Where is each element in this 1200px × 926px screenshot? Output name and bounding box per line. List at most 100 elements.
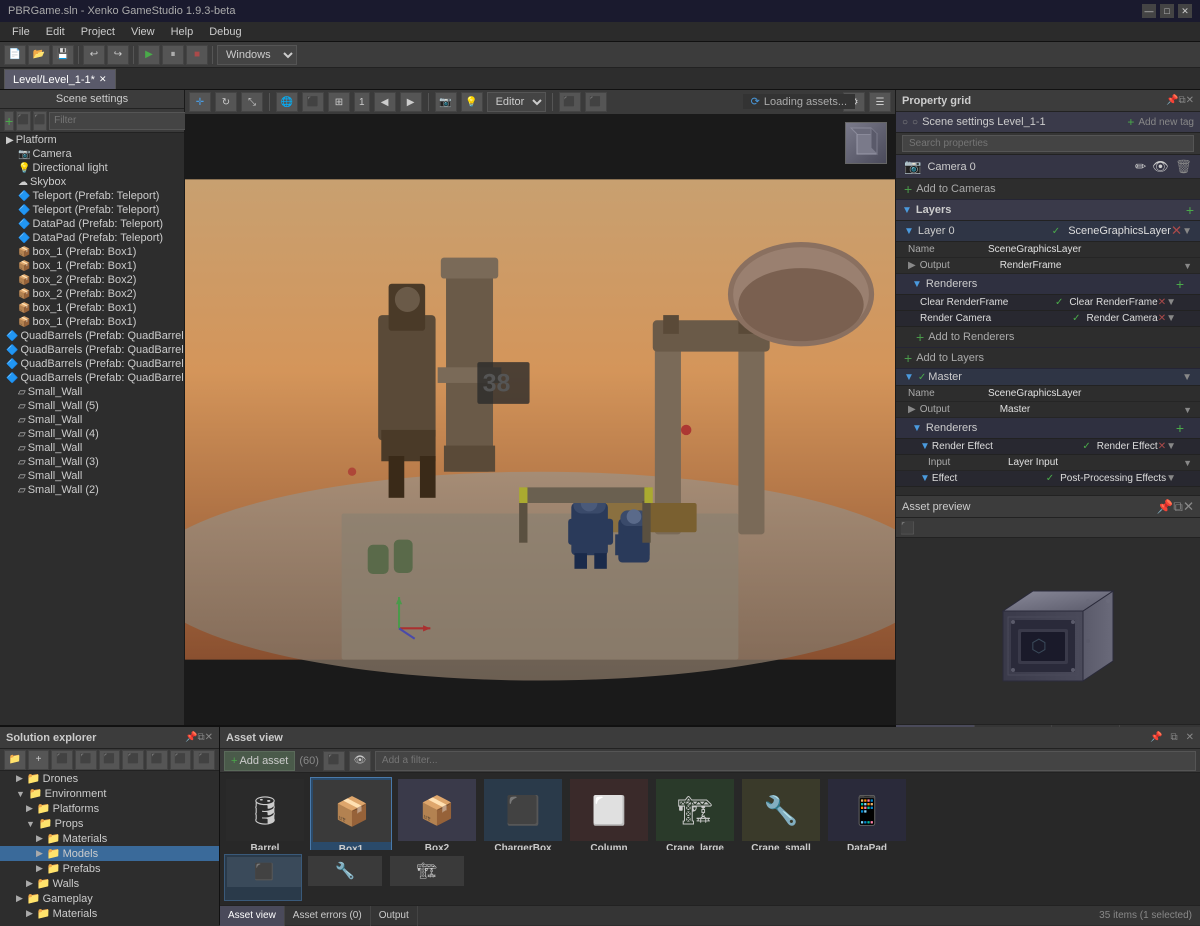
camera-edit-btn[interactable]: ✏ [1135,159,1146,175]
play-button[interactable]: ▶ [138,45,160,65]
vp-scale[interactable]: ⤡ [241,92,263,112]
vp-camera-icon[interactable]: 📷 [435,92,457,112]
viewport-scene[interactable]: 38 [185,114,895,725]
asset-item-row2-1[interactable]: ⬛ [224,854,302,901]
close-button[interactable]: ✕ [1178,4,1192,18]
solution-tree-item[interactable]: ▼📁 Environment [0,786,219,801]
master-renderers-add[interactable]: + [1176,420,1184,436]
asset-item-row2-2[interactable]: 🔧 [306,854,384,901]
solution-tree-item[interactable]: ▶📁 Prefabs [0,861,219,876]
sol-tb3[interactable]: ⬛ [51,750,73,770]
scene-tree-item[interactable]: ▱Small_Wall (2) [0,483,184,497]
solution-tree-item[interactable]: ▶📁 Gameplay [0,891,219,906]
scene-tree-item[interactable]: 🔷Teleport (Prefab: Teleport) [0,189,184,203]
asset-item[interactable]: 📦Box1Model [310,777,392,850]
scene-tree-item[interactable]: 🔷QuadBarrels (Prefab: QuadBarrels) [0,371,184,385]
scene-tree-item[interactable]: 🔷DataPad (Prefab: Teleport) [0,231,184,245]
render-cam-del[interactable]: ✕ [1158,313,1166,324]
stop-button[interactable]: ■ [186,45,208,65]
level-tab[interactable]: Level/Level_1-1* ✕ [4,69,116,89]
renderers-add-btn[interactable]: + [1176,276,1184,292]
scene-tree-item[interactable]: ▱Small_Wall [0,385,184,399]
sol-tb1[interactable]: 📁 [4,750,26,770]
scene-tb1[interactable]: ⬛ [16,111,30,131]
solution-tree-item[interactable]: ▶📁 Models [0,846,219,861]
scene-tree-item[interactable]: 📦box_1 (Prefab: Box1) [0,259,184,273]
sol-tb4[interactable]: ⬛ [75,750,97,770]
pause-button[interactable]: ⏸ [162,45,184,65]
preview-close[interactable]: ✕ [1183,499,1194,515]
tab-asset-errors[interactable]: Asset errors (0) [285,906,371,926]
vp-render1[interactable]: ⬛ [559,92,581,112]
sol-tb8[interactable]: ⬛ [170,750,192,770]
property-pin[interactable]: 📌 [1166,95,1178,106]
asset-item[interactable]: 🏗Crane_largeModel [654,777,736,850]
asset-item[interactable]: ⬜ColumnModel [568,777,650,850]
vp-grid[interactable]: ⊞ [328,92,350,112]
sol-tb2[interactable]: + [28,750,50,770]
sol-tb5[interactable]: ⬛ [99,750,121,770]
render-effect-del[interactable]: ✕ [1158,441,1166,452]
vp-translate[interactable]: ✛ [189,92,211,112]
vp-arrow2[interactable]: ▶ [400,92,422,112]
vp-light-icon[interactable]: 💡 [461,92,483,112]
master-row[interactable]: ▼ ✓ Master ▼ [896,369,1200,386]
property-close[interactable]: ✕ [1186,95,1194,106]
scene-tree-item[interactable]: 📦box_1 (Prefab: Box1) [0,301,184,315]
tab-asset-view[interactable]: Asset view [220,906,285,926]
scene-tree-item[interactable]: 🔷Teleport (Prefab: Teleport) [0,203,184,217]
asset-close[interactable]: ✕ [1186,732,1194,743]
scene-filter-input[interactable] [49,112,191,130]
scene-tree-item[interactable]: 📦box_2 (Prefab: Box2) [0,287,184,301]
property-search-input[interactable] [902,135,1194,152]
solution-close[interactable]: ✕ [205,732,213,743]
scene-tree-item[interactable]: ▱Small_Wall (3) [0,455,184,469]
asset-item-row2-3[interactable]: 🏗 [388,854,466,901]
scene-tree-item[interactable]: 🔷QuadBarrels (Prefab: QuadBarrels) [0,343,184,357]
menu-file[interactable]: File [4,26,38,38]
vp-render2[interactable]: ⬛ [585,92,607,112]
scene-tree-item[interactable]: 🔷QuadBarrels (Prefab: QuadBarrels) [0,357,184,371]
open-button[interactable]: 📂 [28,45,50,65]
add-asset-button[interactable]: + Add asset [224,751,295,771]
vp-more[interactable]: ☰ [869,92,891,112]
scene-tree-item[interactable]: ▶Platform [0,133,184,147]
solution-tree-item[interactable]: ▼📁 Props [0,816,219,831]
preview-pin[interactable]: 📌 [1157,499,1174,515]
redo-button[interactable]: ↪ [107,45,129,65]
renderers-header[interactable]: ▼ Renderers + [896,274,1200,295]
window-controls[interactable]: — □ ✕ [1142,4,1192,18]
clear-rf-del[interactable]: ✕ [1158,297,1166,308]
menu-edit[interactable]: Edit [38,26,73,38]
menu-help[interactable]: Help [163,26,202,38]
solution-tree-item[interactable]: ▶📁 Walls [0,876,219,891]
add-to-renderers-row[interactable]: + Add to Renderers [896,327,1200,348]
scene-tree-item[interactable]: 💡Directional light [0,161,184,175]
asset-view-btn[interactable]: 👁 [349,751,371,771]
asset-item[interactable]: 📦Box2Model [396,777,478,850]
scene-tree-item[interactable]: ▱Small_Wall [0,441,184,455]
camera-view-btn[interactable]: 👁 [1152,159,1169,175]
asset-item[interactable]: 🔧Crane_smallModel [740,777,822,850]
vp-rotate[interactable]: ↻ [215,92,237,112]
sol-tb9[interactable]: ⬛ [193,750,215,770]
solution-tree-item[interactable]: ▶📁 Materials [0,831,219,846]
menu-project[interactable]: Project [73,26,123,38]
asset-filter-btn[interactable]: ⬛ [323,751,345,771]
sol-tb6[interactable]: ⬛ [122,750,144,770]
windows-dropdown[interactable]: Windows [217,45,297,65]
scene-add-button[interactable]: + [4,111,14,131]
tab-output[interactable]: Output [371,906,418,926]
layer0-del-btn[interactable]: ✕ [1171,223,1182,239]
level-tab-close[interactable]: ✕ [99,74,107,85]
undo-button[interactable]: ↩ [83,45,105,65]
property-float[interactable]: ⧉ [1178,95,1185,106]
layers-add-btn[interactable]: + [1186,202,1194,218]
scene-tree-item[interactable]: ▱Small_Wall [0,413,184,427]
asset-filter-bar[interactable] [375,751,1196,771]
scene-tree-item[interactable]: 📦box_2 (Prefab: Box2) [0,273,184,287]
maximize-button[interactable]: □ [1160,4,1174,18]
asset-filter-input[interactable] [382,755,1189,766]
vp-tb2[interactable]: ⬛ [302,92,324,112]
scene-tree-item[interactable]: 🔷DataPad (Prefab: Teleport) [0,217,184,231]
